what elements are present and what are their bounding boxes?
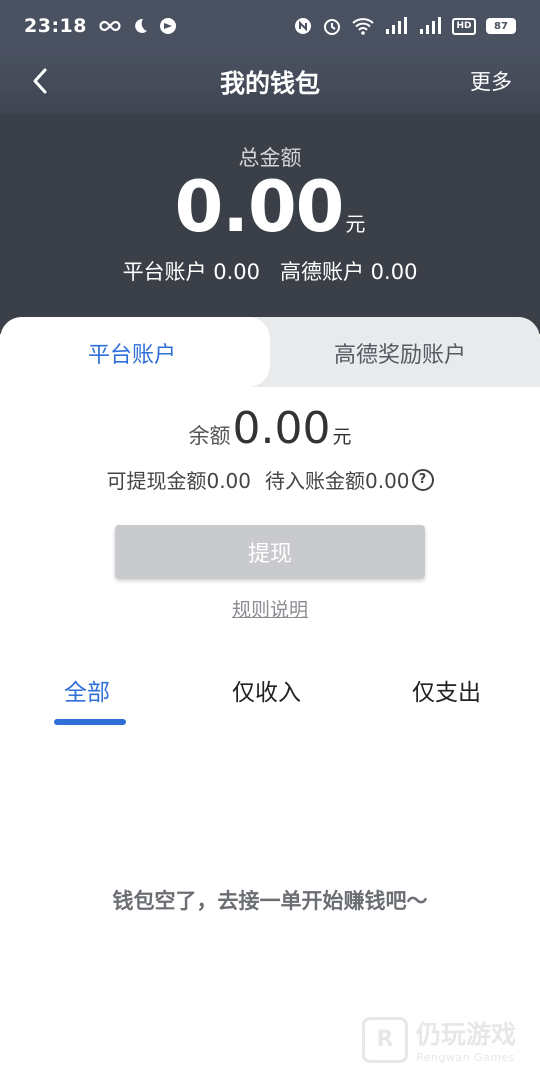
watermark-text: 仍玩游戏 Rengwan Games xyxy=(416,1015,516,1064)
watermark-en: Rengwan Games xyxy=(415,1051,516,1064)
app-shield-icon xyxy=(159,18,176,34)
balance-label: 余额 xyxy=(188,424,231,448)
battery-icon: 87 xyxy=(486,18,516,34)
pending-amount: 待入账金额0.00 xyxy=(265,469,410,493)
nfc-icon xyxy=(295,18,311,34)
tab-gaode-reward-account[interactable]: 高德奖励账户 xyxy=(334,337,466,369)
balance-amount: 0.00 xyxy=(232,403,331,454)
watermark: R 仍玩游戏 Rengwan Games xyxy=(361,1015,516,1064)
balance-unit: 元 xyxy=(332,426,352,448)
rules-link[interactable]: 规则说明 xyxy=(0,595,540,622)
infinity-icon xyxy=(99,20,121,32)
nav-bar: 我的钱包 更多 xyxy=(0,52,540,114)
help-icon[interactable]: ? xyxy=(411,468,434,491)
filter-tab-income[interactable]: 仅收入 xyxy=(232,673,301,707)
total-unit: 元 xyxy=(345,212,366,236)
watermark-logo-icon: R xyxy=(361,1016,408,1063)
tab-platform-account[interactable]: 平台账户 xyxy=(88,337,176,369)
platform-account-total: 平台账户 0.00 xyxy=(122,260,260,284)
signal-icon xyxy=(386,17,407,34)
status-bar: 23:18 HD 87 xyxy=(0,0,540,52)
withdraw-button[interactable]: 提现 xyxy=(115,525,425,579)
watermark-cn: 仍玩游戏 xyxy=(415,1020,516,1049)
accounts-row: 平台账户 0.00 高德账户 0.00 xyxy=(0,256,540,286)
filter-tab-all[interactable]: 全部 xyxy=(64,673,110,707)
empty-state-message: 钱包空了，去接一单开始赚钱吧～ xyxy=(112,889,428,913)
signal-icon-2 xyxy=(420,17,441,34)
transaction-filter-tabs: 全部 仅收入 仅支出 xyxy=(0,669,540,729)
status-left-icons xyxy=(99,17,177,35)
withdraw-info: 可提现金额0.00 待入账金额0.00 ? xyxy=(0,465,540,494)
account-tabs: 平台账户 高德奖励账户 xyxy=(0,317,540,387)
alarm-icon xyxy=(324,19,340,35)
gaode-account-total: 高德账户 0.00 xyxy=(280,260,418,284)
status-right-icons: HD 87 xyxy=(294,16,516,36)
wifi-icon xyxy=(352,18,374,35)
total-amount-row: 0.00 元 xyxy=(0,166,540,248)
page-title: 我的钱包 xyxy=(219,69,320,98)
hd-icon: HD xyxy=(452,17,476,35)
balance-row: 余额 0.00 元 xyxy=(0,403,540,454)
withdrawable-amount: 可提现金额0.00 xyxy=(106,469,251,493)
wallet-summary: 总金额 0.00 元 平台账户 0.00 高德账户 0.00 xyxy=(0,114,540,334)
more-button[interactable]: 更多 xyxy=(470,66,512,96)
total-amount: 0.00 xyxy=(174,166,345,248)
filter-tab-expense[interactable]: 仅支出 xyxy=(412,673,481,707)
moon-icon xyxy=(135,18,147,33)
status-time: 23:18 xyxy=(24,15,87,37)
filter-tab-indicator xyxy=(54,719,126,725)
pending-amount-group: 待入账金额0.00 ? xyxy=(265,465,434,494)
account-panel: 平台账户 高德奖励账户 余额 0.00 元 可提现金额0.00 待入账金额0.0… xyxy=(0,317,540,1080)
